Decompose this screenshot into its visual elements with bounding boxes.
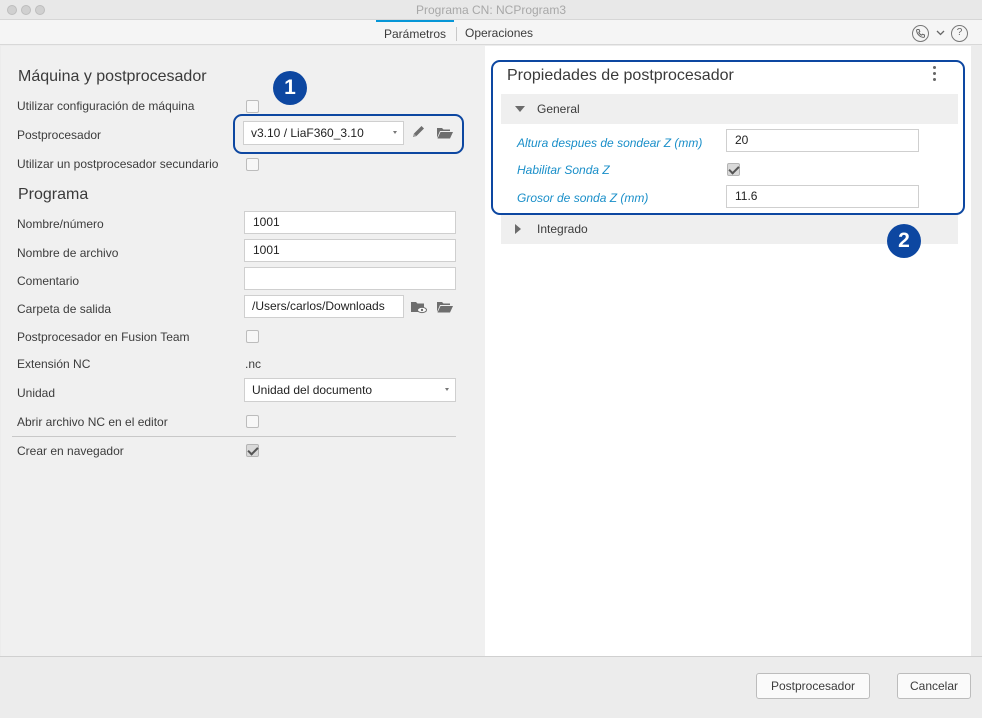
- file-name-input[interactable]: 1001: [244, 239, 456, 262]
- unit-label: Unidad: [17, 386, 56, 400]
- tab-parametros[interactable]: Parámetros: [376, 20, 454, 44]
- unit-value: Unidad del documento: [252, 383, 373, 397]
- open-in-editor-label: Abrir archivo NC en el editor: [17, 415, 168, 429]
- window-titlebar: Programa CN: NCProgram3: [0, 0, 982, 20]
- output-folder-label: Carpeta de salida: [17, 302, 112, 316]
- comment-input[interactable]: [244, 267, 456, 290]
- postprocessor-label: Postprocesador: [17, 128, 102, 142]
- create-in-browser-checkbox[interactable]: [246, 444, 259, 457]
- open-folder-icon[interactable]: [436, 299, 454, 315]
- name-number-label: Nombre/número: [17, 217, 104, 231]
- use-machine-config-checkbox[interactable]: [246, 100, 259, 113]
- use-secondary-post-checkbox[interactable]: [246, 158, 259, 171]
- file-name-label: Nombre de archivo: [17, 246, 119, 260]
- help-icon[interactable]: ?: [951, 25, 968, 42]
- name-number-input[interactable]: 1001: [244, 211, 456, 234]
- callout-badge-2: 2: [887, 224, 921, 258]
- tab-operaciones[interactable]: Operaciones: [465, 20, 533, 44]
- comment-label: Comentario: [17, 274, 80, 288]
- callout-box-2: [491, 60, 965, 215]
- nc-extension-label: Extensión NC: [17, 357, 91, 371]
- chevron-down-icon[interactable]: [936, 30, 945, 36]
- window-title: Programa CN: NCProgram3: [415, 3, 567, 17]
- create-in-browser-label: Crear en navegador: [17, 444, 124, 458]
- browse-folder-eye-icon[interactable]: [410, 299, 428, 315]
- dropdown-caret-icon: [445, 388, 449, 391]
- nc-extension-value: .nc: [245, 357, 262, 371]
- fusion-team-label: Postprocesador en Fusion Team: [17, 330, 190, 344]
- group-integrado-label: Integrado: [537, 222, 588, 236]
- use-machine-config-label: Utilizar configuración de máquina: [17, 99, 195, 113]
- fusion-team-checkbox[interactable]: [246, 330, 259, 343]
- program-section-title: Programa: [18, 186, 89, 203]
- callout-box-1: [233, 114, 464, 154]
- tab-divider: [456, 27, 457, 41]
- unit-select[interactable]: Unidad del documento: [244, 378, 456, 402]
- tab-bar: Parámetros Operaciones: [0, 20, 982, 45]
- postprocess-button[interactable]: Postprocesador: [756, 673, 870, 699]
- cancel-button[interactable]: Cancelar: [897, 673, 971, 699]
- use-secondary-post-label: Utilizar un postprocesador secundario: [17, 157, 219, 171]
- phone-icon[interactable]: [912, 25, 929, 42]
- machine-section-title: Máquina y postprocesador: [18, 68, 207, 85]
- expand-triangle-icon: [515, 224, 521, 234]
- callout-badge-1: 1: [273, 71, 307, 105]
- open-in-editor-checkbox[interactable]: [246, 415, 259, 428]
- output-folder-input[interactable]: /Users/carlos/Downloads: [244, 295, 404, 318]
- section-divider: [12, 436, 456, 437]
